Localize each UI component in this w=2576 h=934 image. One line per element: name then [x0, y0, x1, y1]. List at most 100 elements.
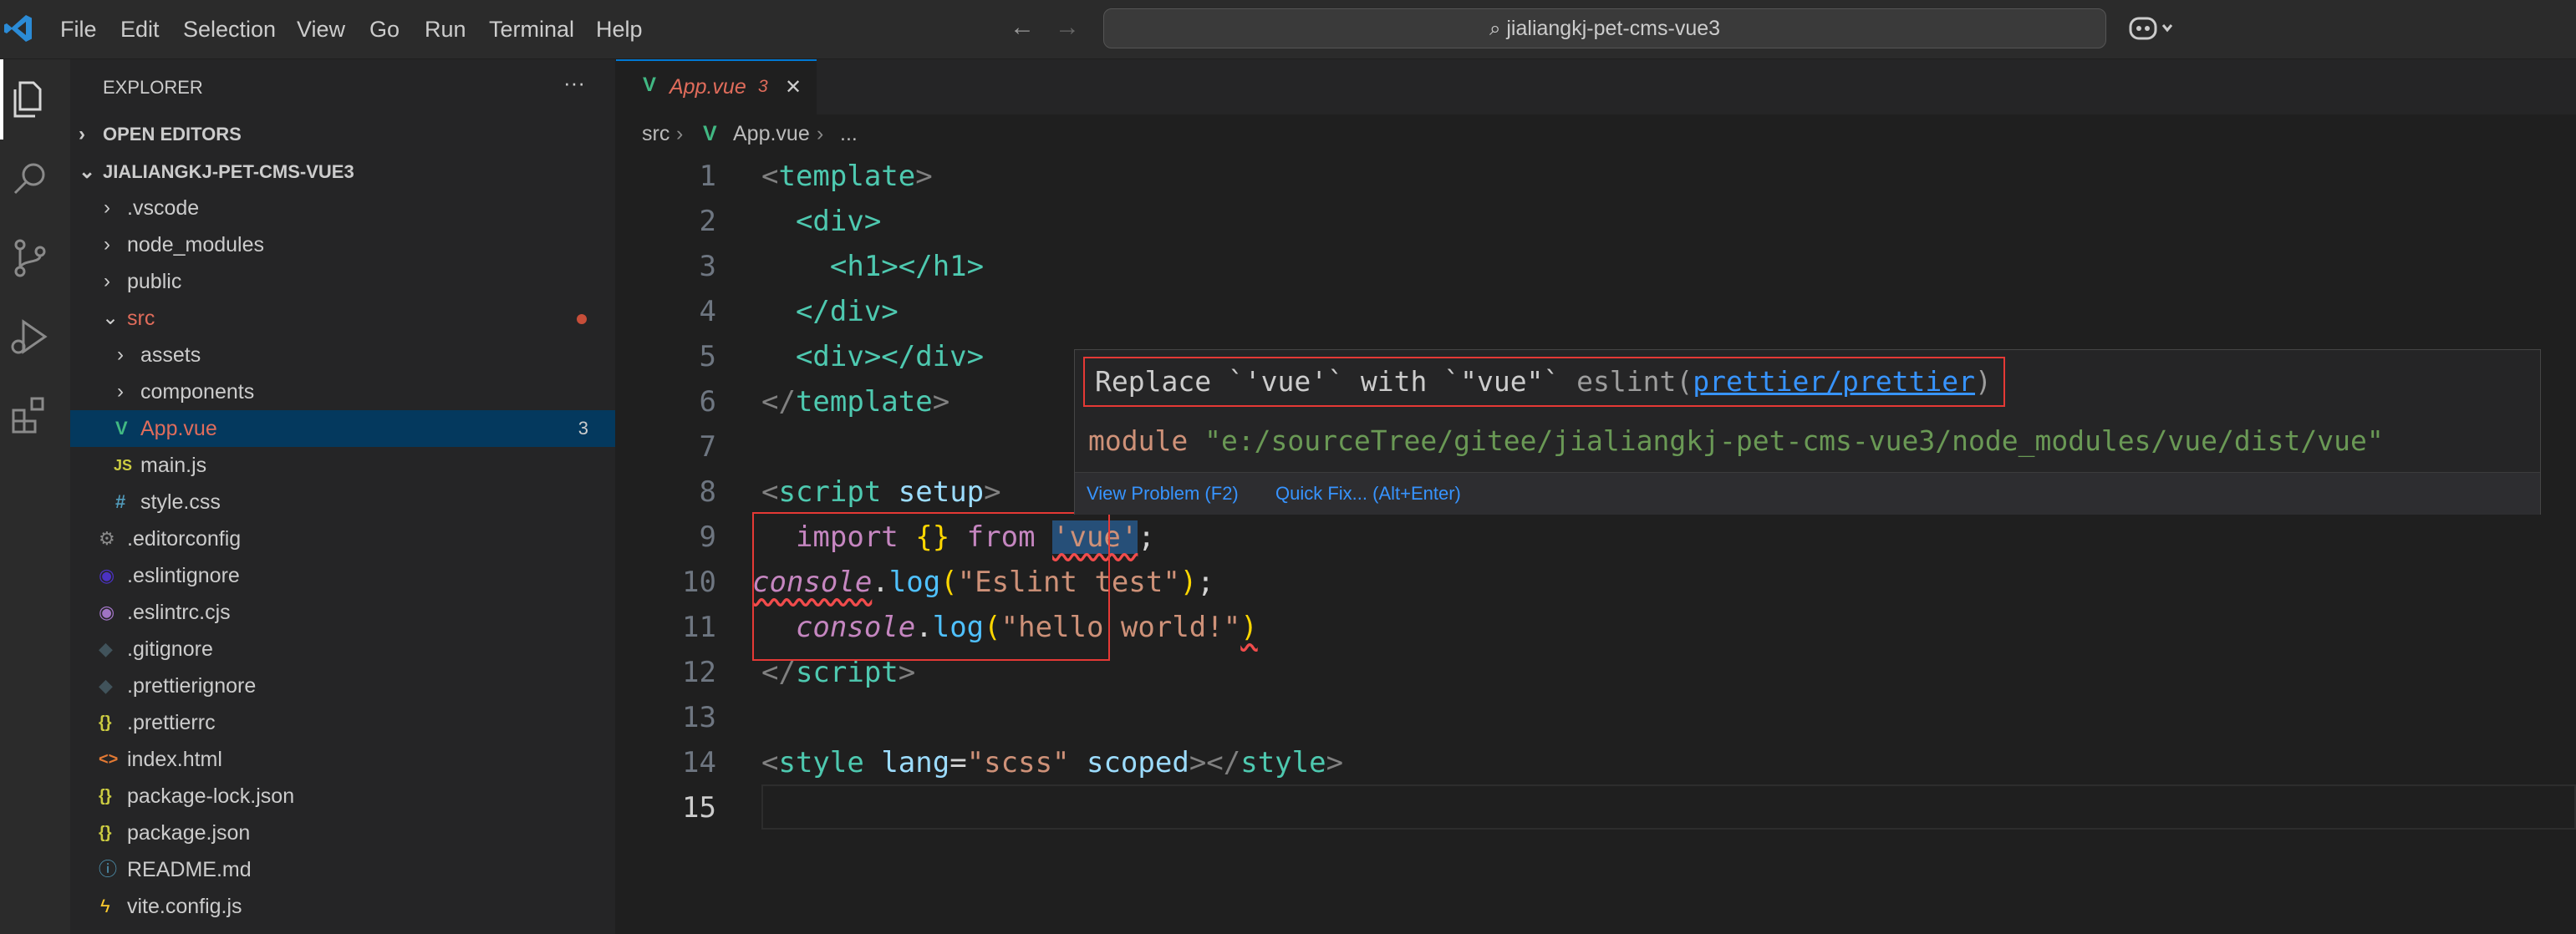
- prettier-icon: ◆: [99, 675, 113, 696]
- tree-item-node-modules[interactable]: › node_modules: [70, 226, 615, 263]
- code-token: =: [949, 746, 967, 779]
- tree-item-label: public: [127, 270, 182, 293]
- line-number: 10: [682, 566, 716, 599]
- view-problem-link[interactable]: View Problem (F2): [1087, 473, 1239, 515]
- code-token: <: [761, 160, 779, 193]
- breadcrumb-symbol[interactable]: ...: [840, 114, 858, 153]
- menu-help[interactable]: Help: [596, 15, 643, 43]
- command-center-search[interactable]: ⌕ jialiangkj-pet-cms-vue3: [1103, 8, 2106, 48]
- tree-item-main-js[interactable]: JS main.js: [70, 447, 615, 484]
- tree-item-label: README.md: [127, 858, 252, 881]
- close-icon[interactable]: ✕: [785, 75, 802, 99]
- code-line-8: <script setup>: [761, 470, 1001, 515]
- tree-item-label: .gitignore: [127, 637, 213, 661]
- open-editors-section[interactable]: › OPEN EDITORS: [70, 116, 615, 153]
- explorer-files-icon[interactable]: [7, 76, 53, 123]
- tree-item-package-json[interactable]: {} package.json: [70, 815, 615, 851]
- menu-file[interactable]: File: [60, 15, 97, 43]
- code-token: >: [915, 160, 933, 193]
- code-token: </: [761, 385, 796, 419]
- search-icon[interactable]: [7, 156, 53, 203]
- tree-item-index-html[interactable]: <> index.html: [70, 741, 615, 778]
- tree-item-label: .prettierignore: [127, 674, 257, 698]
- tree-item-eslintrc[interactable]: ◉ .eslintrc.cjs: [70, 594, 615, 631]
- tab-app-vue[interactable]: V App.vue 3 ✕: [616, 59, 817, 114]
- menu-terminal[interactable]: Terminal: [489, 15, 574, 43]
- breadcrumb-src[interactable]: src: [642, 114, 669, 153]
- code-token: >: [984, 475, 1001, 509]
- chevron-right-icon: ›: [104, 270, 110, 292]
- lint-rule-link[interactable]: prettier/prettier: [1693, 365, 1975, 398]
- tree-item-vite-config[interactable]: ϟ vite.config.js: [70, 888, 615, 925]
- tree-item-readme[interactable]: ⓘ README.md: [70, 851, 615, 888]
- extensions-icon[interactable]: [7, 392, 53, 439]
- tree-item-editorconfig[interactable]: ⚙ .editorconfig: [70, 520, 615, 557]
- tree-item-public[interactable]: › public: [70, 263, 615, 300]
- code-token: template: [795, 385, 933, 419]
- tree-item-gitignore[interactable]: ◆ .gitignore: [70, 631, 615, 668]
- search-icon: ⌕: [1489, 18, 1501, 40]
- tree-item-label: .eslintrc.cjs: [127, 601, 231, 624]
- tree-item-label: .vscode: [127, 196, 200, 220]
- menu-view[interactable]: View: [297, 15, 345, 43]
- module-path: "e:/sourceTree/gitee/jialiangkj-pet-cms-…: [1204, 424, 2384, 457]
- chevron-right-icon: ›: [104, 233, 110, 256]
- vscode-logo-icon: [4, 15, 32, 42]
- code-token: setup: [881, 475, 985, 509]
- tree-item-app-vue[interactable]: V App.vue 3: [70, 410, 615, 447]
- chevron-right-icon: ›: [117, 380, 124, 403]
- lint-message: Replace `'vue'` with `"vue"` eslint(pret…: [1083, 357, 2005, 407]
- css-file-icon: #: [115, 491, 126, 512]
- lint-message-text: Replace `'vue'` with `"vue"`: [1095, 365, 1577, 398]
- tree-item-assets[interactable]: › assets: [70, 337, 615, 373]
- tree-item-label: .prettierrc: [127, 711, 216, 734]
- code-token: <: [761, 746, 779, 779]
- tree-item-label: style.css: [140, 490, 221, 514]
- js-file-icon: JS: [114, 457, 133, 474]
- chevron-down-icon: ⌄: [102, 307, 120, 329]
- project-folder-section[interactable]: ⌄ JIALIANGKJ-PET-CMS-VUE3: [70, 154, 615, 190]
- code-token: script: [778, 475, 882, 509]
- info-icon: ⓘ: [99, 859, 118, 880]
- tree-item-prettierrc[interactable]: {} .prettierrc: [70, 704, 615, 741]
- run-debug-icon[interactable]: [7, 313, 53, 360]
- breadcrumb-file[interactable]: App.vue: [733, 114, 810, 153]
- project-label: JIALIANGKJ-PET-CMS-VUE3: [103, 161, 354, 182]
- quick-fix-link[interactable]: Quick Fix... (Alt+Enter): [1275, 473, 1461, 515]
- tree-item-label: node_modules: [127, 233, 265, 256]
- tree-item-label: main.js: [140, 454, 207, 477]
- line-number: 12: [682, 656, 716, 689]
- code-token: "scss": [966, 746, 1070, 779]
- code-token: lang: [863, 746, 950, 779]
- tree-item-prettierignore[interactable]: ◆ .prettierignore: [70, 668, 615, 704]
- tree-item-vscode[interactable]: › .vscode: [70, 190, 615, 226]
- tree-item-label: assets: [140, 343, 201, 367]
- tree-item-components[interactable]: › components: [70, 373, 615, 410]
- code-token: >: [1326, 746, 1344, 779]
- tree-item-label: package-lock.json: [127, 784, 295, 808]
- menu-edit[interactable]: Edit: [120, 15, 160, 43]
- tree-item-eslintignore[interactable]: ◉ .eslintignore: [70, 557, 615, 594]
- explorer-header: EXPLORER ···: [70, 69, 615, 106]
- menu-selection[interactable]: Selection: [183, 15, 276, 43]
- source-control-icon[interactable]: [7, 235, 53, 282]
- code-token: >: [932, 385, 950, 419]
- tree-item-src[interactable]: ⌄ src: [70, 300, 615, 337]
- code-editor[interactable]: 1 2 3 4 5 6 7 8 9 10 11 12 13 14 15 <tem…: [616, 153, 2576, 934]
- tree-item-label: vite.config.js: [127, 895, 242, 918]
- chevron-right-icon: ›: [79, 123, 85, 145]
- line-number: 15: [682, 791, 716, 825]
- forward-arrow-icon[interactable]: →: [1055, 13, 1080, 42]
- line-number: 14: [682, 746, 716, 779]
- menu-go[interactable]: Go: [369, 15, 400, 43]
- more-actions-icon[interactable]: ···: [563, 64, 585, 101]
- module-keyword: module: [1088, 424, 1205, 457]
- vite-lightning-icon: ϟ: [100, 896, 110, 916]
- tab-label: App.vue: [669, 75, 746, 99]
- back-arrow-icon[interactable]: ←: [1010, 13, 1035, 42]
- tree-item-style-css[interactable]: # style.css: [70, 484, 615, 520]
- menu-run[interactable]: Run: [425, 15, 466, 43]
- tree-item-package-lock[interactable]: {} package-lock.json: [70, 778, 615, 815]
- copilot-icon[interactable]: [2128, 12, 2178, 45]
- json-file-icon: {}: [99, 713, 112, 732]
